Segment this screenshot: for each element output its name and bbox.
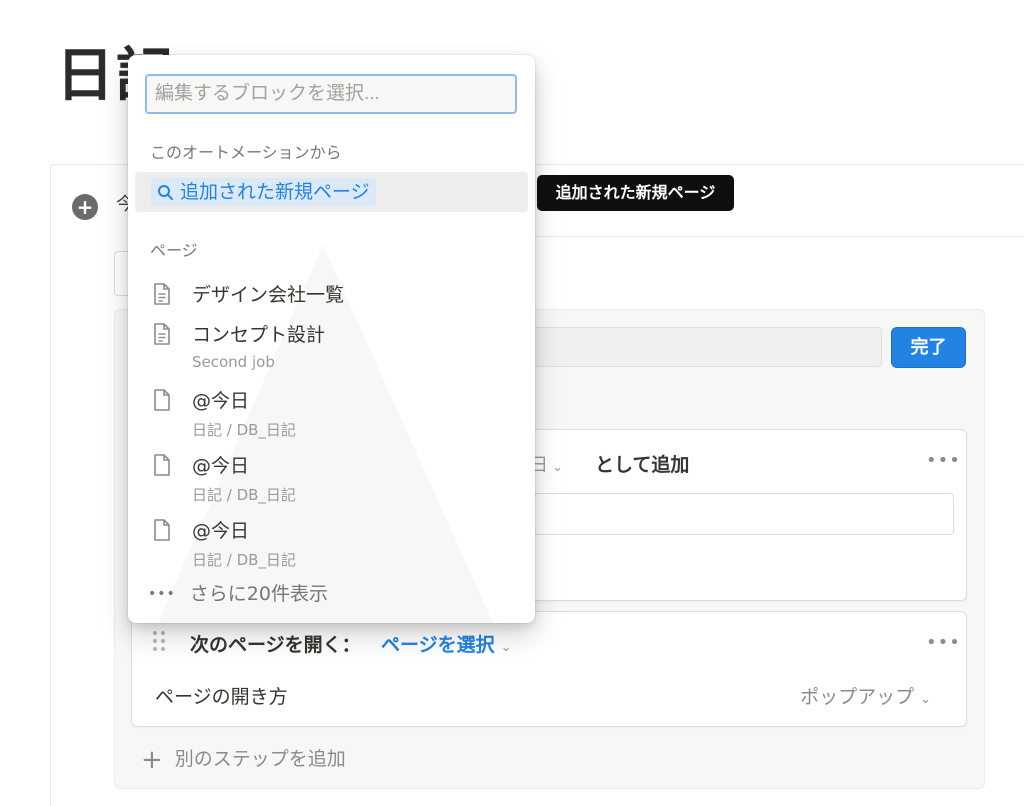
drag-handle-icon[interactable] (153, 631, 169, 653)
step1-property-field[interactable] (534, 493, 954, 535)
chevron-down-icon: ⌄ (500, 640, 512, 655)
plus-icon: + (141, 745, 163, 775)
page-item-title: コンセプト設計 (192, 324, 326, 346)
page-item[interactable]: @今日 日記 / DB_日記 (128, 516, 535, 572)
add-circle-icon[interactable]: + (72, 194, 98, 220)
add-step-label: 別のステップを追加 (174, 748, 346, 770)
step1-suffix-label: として追加 (595, 454, 690, 476)
chevron-down-icon: ⌄ (552, 460, 563, 475)
step2-page-select-label: ページを選択 (381, 634, 495, 656)
section-header-pages: ページ (150, 241, 198, 260)
page-item[interactable]: デザイン会社一覧 (128, 280, 535, 314)
page-item-subtitle: 日記 / DB_日記 (192, 486, 296, 504)
chevron-down-icon: ⌄ (920, 692, 931, 707)
show-more-label: さらに20件表示 (189, 583, 328, 605)
document-icon (154, 519, 170, 541)
new-page-chip: 追加された新規ページ (151, 178, 376, 206)
automation-item-new-page[interactable]: 追加された新規ページ (135, 172, 528, 212)
step-card-open-page (131, 611, 967, 727)
document-text-icon (154, 283, 170, 305)
page-item-title: @今日 (192, 390, 250, 412)
step1-more-icon[interactable]: ••• (926, 450, 961, 471)
document-text-icon (154, 323, 170, 345)
page-item-title: @今日 (192, 520, 250, 542)
page-item[interactable]: @今日 日記 / DB_日記 (128, 386, 535, 442)
step2-page-select[interactable]: ページを選択 ⌄ (381, 630, 512, 657)
step2-label: 次のページを開く： (190, 634, 361, 656)
page-item-title: @今日 (192, 455, 250, 477)
section-header-automation: このオートメーションから (150, 143, 342, 162)
page-item-subtitle: 日記 / DB_日記 (192, 551, 296, 569)
open-method-label: ページの開き方 (155, 686, 288, 708)
automation-name-input[interactable] (520, 327, 882, 367)
page-item-title: デザイン会社一覧 (192, 284, 345, 306)
page-item[interactable]: @今日 日記 / DB_日記 (128, 451, 535, 507)
step2-more-icon[interactable]: ••• (926, 632, 961, 653)
new-page-chip-label: 追加された新規ページ (180, 181, 370, 203)
block-search-input[interactable] (145, 74, 517, 114)
more-dots-icon: ••• (148, 586, 176, 602)
document-icon (154, 389, 170, 411)
search-icon (158, 185, 173, 200)
page-item-subtitle: Second job (192, 353, 275, 371)
add-step-button[interactable]: + 別のステップを追加 (141, 744, 346, 775)
open-method-value: ポップアップ (800, 686, 915, 708)
block-picker-dropdown: このオートメーションから 追加された新規ページ ページ デザイン会社一覧 (128, 55, 535, 623)
show-more-button[interactable]: ••• さらに20件表示 (148, 579, 328, 606)
document-icon (154, 454, 170, 476)
panel-divider (534, 236, 1024, 237)
page-item-subtitle: 日記 / DB_日記 (192, 421, 296, 439)
tooltip: 追加された新規ページ (537, 175, 734, 211)
done-button[interactable]: 完了 (891, 327, 966, 368)
open-method-select[interactable]: ポップアップ ⌄ (800, 682, 931, 709)
page-item[interactable]: コンセプト設計 Second job (128, 320, 535, 376)
